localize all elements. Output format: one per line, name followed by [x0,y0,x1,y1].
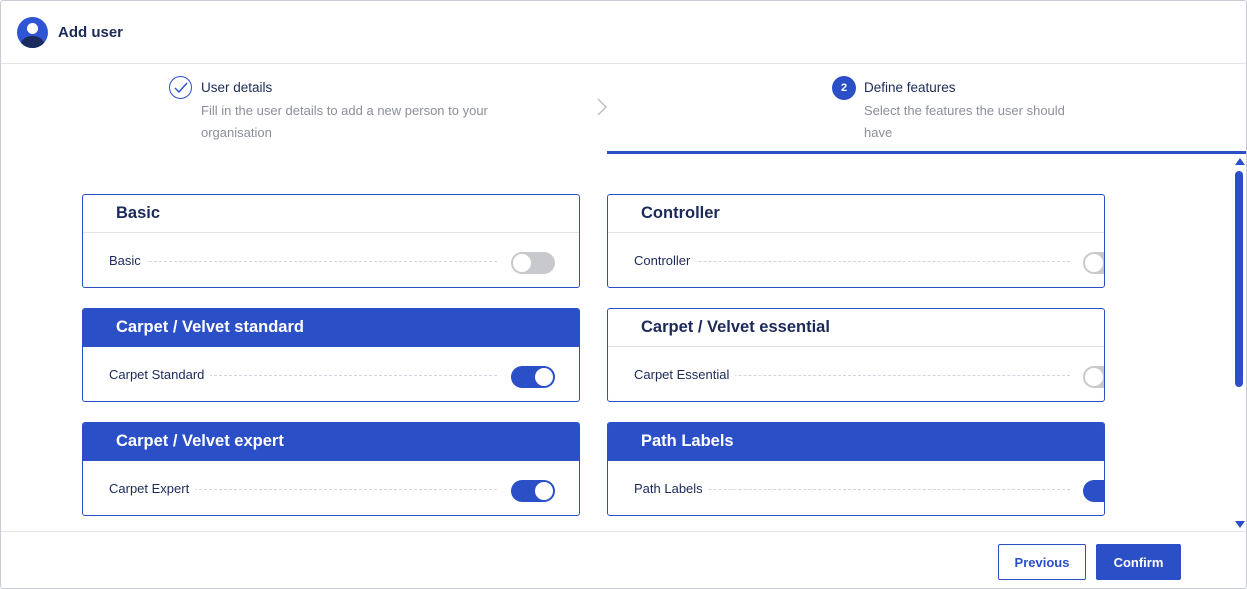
vertical-scrollbar[interactable] [1233,155,1246,531]
feature-toggle[interactable] [1083,366,1104,388]
user-avatar-icon [17,17,48,48]
add-user-dialog: Add user User details Fill in the user d… [0,0,1247,589]
feature-row: Path Labels [608,461,1104,515]
feature-card-carpet-essential: Carpet / Velvet essential Carpet Essenti… [607,308,1105,402]
feature-card-title: Controller [608,195,1104,233]
chevron-right-icon [597,98,607,116]
feature-row: Carpet Standard [83,347,579,401]
step-number-badge: 2 [832,76,856,100]
step-description: Select the features the user should have [864,103,1065,140]
feature-toggle[interactable] [511,366,555,388]
dialog-header: Add user [1,1,1246,64]
feature-card-carpet-expert: Carpet / Velvet expert Carpet Expert [82,422,580,516]
dotted-leader [109,261,497,262]
dotted-leader [634,261,1070,262]
dialog-footer: Previous Confirm [1,531,1246,588]
features-grid: Basic Basic Controller Controller Carpet… [1,155,1234,531]
stepper: User details Fill in the user details to… [1,65,1246,155]
feature-row: Carpet Essential [608,347,1104,401]
scroll-up-arrow-icon[interactable] [1235,158,1245,165]
feature-label: Carpet Expert [109,481,196,496]
active-step-indicator [607,151,1246,154]
feature-toggle[interactable] [1083,252,1104,274]
feature-row: Controller [608,233,1104,287]
feature-card-title: Path Labels [608,423,1104,461]
dialog-title: Add user [58,24,124,41]
step-description: Fill in the user details to add a new pe… [201,103,488,140]
feature-toggle[interactable] [1083,480,1104,502]
feature-card-carpet-standard: Carpet / Velvet standard Carpet Standard [82,308,580,402]
feature-label: Carpet Essential [634,367,736,382]
feature-label: Path Labels [634,481,709,496]
feature-card-title: Carpet / Velvet standard [83,309,579,347]
feature-label: Controller [634,253,697,268]
feature-card-title: Carpet / Velvet expert [83,423,579,461]
feature-card-title: Basic [83,195,579,233]
feature-card-title: Carpet / Velvet essential [608,309,1104,347]
step-user-details[interactable]: User details Fill in the user details to… [1,65,607,155]
check-icon [169,76,192,99]
step-title: Define features [864,80,956,95]
confirm-button[interactable]: Confirm [1096,544,1181,580]
feature-card-controller: Controller Controller [607,194,1105,288]
step-define-features[interactable]: 2 Define features Select the features th… [607,65,1246,155]
scroll-down-arrow-icon[interactable] [1235,521,1245,528]
feature-card-path-labels: Path Labels Path Labels [607,422,1105,516]
feature-label: Carpet Standard [109,367,211,382]
scrollbar-thumb[interactable] [1235,171,1243,387]
step-title: User details [201,80,273,95]
feature-label: Basic [109,253,147,268]
previous-button[interactable]: Previous [998,544,1086,580]
feature-card-basic: Basic Basic [82,194,580,288]
feature-row: Carpet Expert [83,461,579,515]
feature-toggle[interactable] [511,252,555,274]
feature-row: Basic [83,233,579,287]
feature-toggle[interactable] [511,480,555,502]
